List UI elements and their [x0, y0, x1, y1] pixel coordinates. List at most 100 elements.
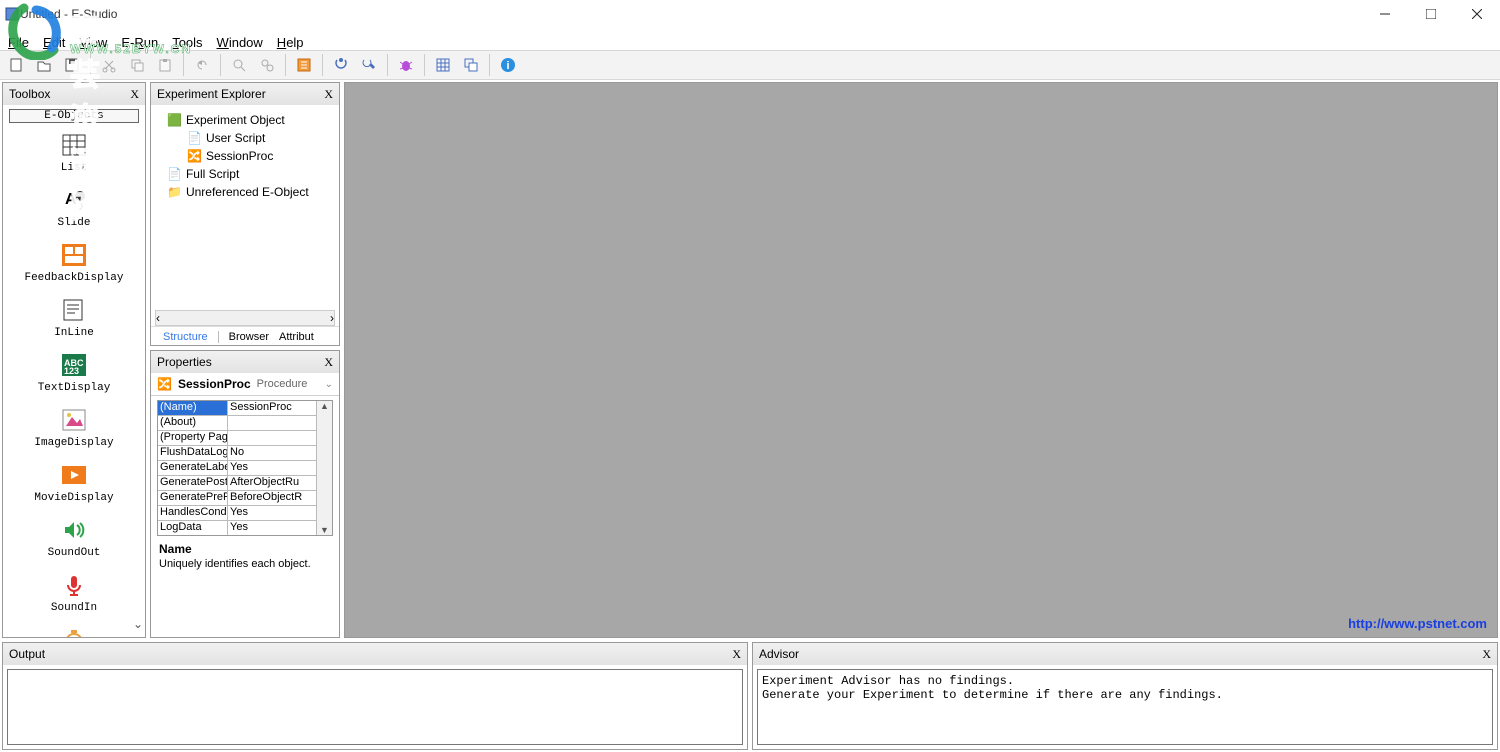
new-button[interactable]	[4, 53, 28, 77]
property-row[interactable]: GeneratePreRBeforeObjectR	[158, 491, 332, 506]
properties-grid[interactable]: (Name)SessionProc(About)(Property PageFl…	[157, 400, 333, 536]
toolbox-item-imagedisplay[interactable]: ImageDisplay	[34, 408, 113, 449]
open-button[interactable]	[32, 53, 56, 77]
undo-button	[190, 53, 214, 77]
toolbox-scroll-down[interactable]: ⌄	[133, 617, 143, 631]
property-key: FlushDataLog	[158, 446, 228, 460]
menu-view[interactable]: View	[75, 35, 111, 50]
toolbox-item-moviedisplay[interactable]: MovieDisplay	[34, 463, 113, 504]
properties-close-icon[interactable]: X	[324, 355, 333, 370]
property-key: (Property Page	[158, 431, 228, 445]
property-row[interactable]: FlushDataLogNo	[158, 446, 332, 461]
property-row[interactable]: HandlesConditiYes	[158, 506, 332, 521]
property-row[interactable]: (About)	[158, 416, 332, 431]
toolbox-item-wait[interactable]: Wait	[61, 628, 87, 637]
textdisplay-icon: ABC123	[61, 353, 87, 380]
soundout-icon	[61, 518, 87, 545]
property-row[interactable]: (Property Page	[158, 431, 332, 446]
feedbackdisplay-icon	[61, 243, 87, 270]
imagedisplay-icon	[61, 408, 87, 435]
property-row[interactable]: GenerateLabelYes	[158, 461, 332, 476]
toolbox-category[interactable]: E-Objects	[9, 109, 139, 123]
property-help-text: Uniquely identifies each object.	[159, 558, 331, 570]
menu-edit[interactable]: Edit	[39, 35, 69, 50]
tree-view[interactable]: 🟩 Experiment Object 📄 User Script 🔀 Session…	[151, 105, 339, 310]
replace-button	[255, 53, 279, 77]
minimize-button[interactable]	[1362, 0, 1408, 28]
property-key: (Name)	[158, 401, 228, 415]
wait-icon	[61, 628, 87, 637]
cascade-button[interactable]	[459, 53, 483, 77]
info-button[interactable]: i	[496, 53, 520, 77]
output-title: Output	[9, 647, 45, 661]
toolbox-item-label: TextDisplay	[38, 382, 111, 394]
property-key: GenerateLabel	[158, 461, 228, 475]
debug-button[interactable]	[394, 53, 418, 77]
menu-tools[interactable]: Tools	[168, 35, 206, 50]
property-row[interactable]: (Name)SessionProc	[158, 401, 332, 416]
maximize-button[interactable]	[1408, 0, 1454, 28]
work-area: http://www.pstnet.com	[344, 82, 1498, 638]
advisor-close-icon[interactable]: X	[1482, 647, 1491, 662]
tab-browser[interactable]: Browser	[229, 331, 269, 343]
advisor-title: Advisor	[759, 647, 799, 661]
explorer-panel: Experiment ExplorerX 🟩Experiment Object …	[150, 82, 340, 346]
tree-userscript[interactable]: User Script	[206, 131, 265, 145]
tree-root[interactable]: Experiment Object	[186, 113, 285, 127]
script-icon: 📄	[167, 167, 182, 181]
toolbox-items: List A♪Slide FeedbackDisplay InLine ABC123 Te…	[3, 123, 145, 637]
toolbox-item-soundin[interactable]: SoundIn	[51, 573, 97, 614]
toolbox-item-label: Slide	[57, 217, 90, 229]
output-close-icon[interactable]: X	[732, 647, 741, 662]
output-textarea[interactable]	[7, 669, 743, 745]
pstnet-link[interactable]: http://www.pstnet.com	[1348, 616, 1487, 631]
grid-button[interactable]	[431, 53, 455, 77]
toolbox-item-inline[interactable]: InLine	[54, 298, 94, 339]
explorer-close-icon[interactable]: X	[324, 87, 333, 102]
list-icon	[61, 133, 87, 160]
property-row[interactable]: LogDataYes	[158, 521, 332, 535]
toolbox-item-list[interactable]: List	[61, 133, 87, 174]
tree-session[interactable]: SessionProc	[206, 149, 273, 163]
tree-fullscript[interactable]: Full Script	[186, 167, 239, 181]
close-button[interactable]	[1454, 0, 1500, 28]
property-help-title: Name	[159, 542, 331, 556]
save-button[interactable]	[60, 53, 84, 77]
toolbox-item-feedbackdisplay[interactable]: FeedbackDisplay	[24, 243, 123, 284]
toolbox-item-label: MovieDisplay	[34, 492, 113, 504]
chevron-down-icon[interactable]: ⌄	[325, 379, 333, 390]
soundin-icon	[61, 573, 87, 600]
advisor-panel: AdvisorX Experiment Advisor has no findi…	[752, 642, 1498, 750]
property-key: GeneratePreR	[158, 491, 228, 505]
window-title: Untitled - E-Studio	[20, 7, 117, 21]
run-selected-button[interactable]	[357, 53, 381, 77]
moviedisplay-icon	[61, 463, 87, 490]
run-button[interactable]	[329, 53, 353, 77]
copy-button	[125, 53, 149, 77]
tab-structure[interactable]: Structure	[163, 331, 208, 343]
toolbar: i	[0, 50, 1500, 80]
tree-hscroll[interactable]: ‹›	[155, 310, 335, 326]
property-row[interactable]: GeneratePostRAfterObjectRu	[158, 476, 332, 491]
toolbox-item-textdisplay[interactable]: ABC123 TextDisplay	[38, 353, 111, 394]
tab-attributes[interactable]: Attribut	[279, 331, 314, 343]
toolbox-item-slide[interactable]: A♪Slide	[57, 188, 90, 229]
toolbox-item-soundout[interactable]: SoundOut	[48, 518, 101, 559]
tree-unref[interactable]: Unreferenced E-Object	[186, 185, 309, 199]
toolbox-item-label: SoundIn	[51, 602, 97, 614]
properties-vscroll[interactable]: ▲▼	[316, 401, 332, 535]
menu-file[interactable]: File	[4, 35, 33, 50]
toolbox-close-icon[interactable]: X	[130, 87, 139, 102]
generate-button[interactable]	[292, 53, 316, 77]
menu-erun[interactable]: E-Run	[117, 35, 162, 50]
menu-window[interactable]: Window	[213, 35, 267, 50]
properties-object-selector[interactable]: 🔀 SessionProc Procedure ⌄	[151, 373, 339, 396]
menu-bar: File Edit View E-Run Tools Window Help	[0, 28, 1500, 50]
cube-icon: 🟩	[167, 113, 182, 127]
properties-title: Properties	[157, 355, 212, 369]
proc-icon: 🔀	[157, 377, 172, 391]
properties-object-name: SessionProc	[178, 377, 251, 391]
toolbox-item-label: ImageDisplay	[34, 437, 113, 449]
menu-help[interactable]: Help	[273, 35, 308, 50]
proc-icon: 🔀	[187, 149, 202, 163]
